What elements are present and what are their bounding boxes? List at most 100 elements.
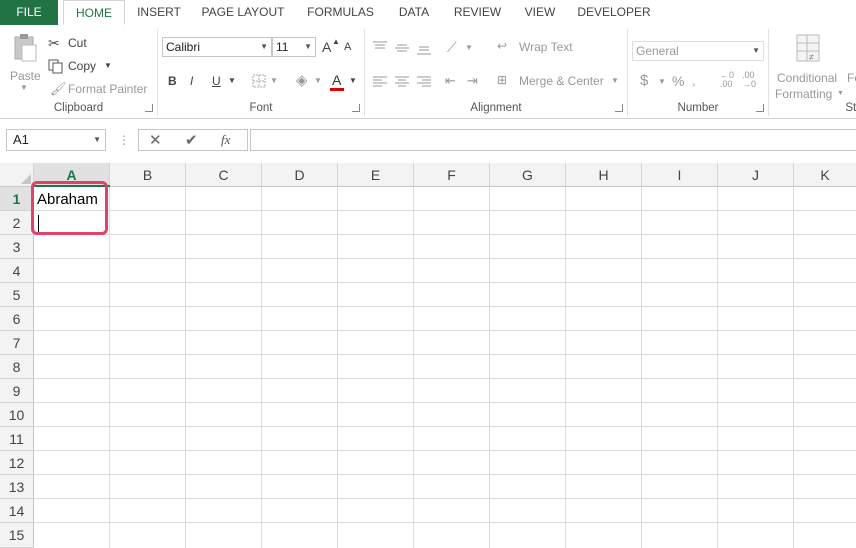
gridline bbox=[109, 187, 110, 548]
gridline bbox=[34, 426, 856, 427]
tab-insert[interactable]: INSERT bbox=[130, 0, 188, 25]
font-color-button[interactable]: A bbox=[332, 72, 341, 88]
copy-button[interactable]: Copy ▼ bbox=[48, 58, 118, 76]
enter-icon[interactable]: ✔ bbox=[185, 131, 198, 149]
grow-font-button[interactable]: A bbox=[322, 39, 331, 55]
paste-button[interactable]: Paste ▼ bbox=[6, 31, 44, 97]
underline-button[interactable]: U bbox=[212, 74, 221, 88]
formula-bar: A1 ▼ ⋮ ✕ ✔ fx bbox=[0, 119, 856, 163]
insert-function-button[interactable]: fx bbox=[221, 132, 230, 148]
tab-developer[interactable]: DEVELOPER bbox=[570, 0, 658, 25]
gridline bbox=[34, 378, 856, 379]
column-header-i[interactable]: I bbox=[642, 163, 718, 187]
column-header-f[interactable]: F bbox=[414, 163, 490, 187]
column-header-k[interactable]: K bbox=[794, 163, 856, 187]
row-header-8[interactable]: 8 bbox=[0, 355, 34, 379]
fill-color-icon[interactable]: ◈ bbox=[296, 71, 308, 89]
gridline bbox=[337, 187, 338, 548]
row-header-10[interactable]: 10 bbox=[0, 403, 34, 427]
font-color-swatch bbox=[330, 88, 344, 91]
gridline bbox=[717, 187, 718, 548]
more-options-icon[interactable]: ⋮ bbox=[118, 133, 130, 147]
tab-data[interactable]: DATA bbox=[388, 0, 440, 25]
formula-buttons: ✕ ✔ fx bbox=[138, 129, 248, 151]
tab-page-layout[interactable]: PAGE LAYOUT bbox=[193, 0, 293, 25]
shrink-font-button[interactable]: A bbox=[344, 41, 351, 53]
row-header-12[interactable]: 12 bbox=[0, 451, 34, 475]
gridline bbox=[34, 210, 856, 211]
column-header-j[interactable]: J bbox=[718, 163, 794, 187]
chevron-down-icon: ▼ bbox=[228, 76, 236, 85]
tab-file[interactable]: FILE bbox=[0, 0, 58, 25]
align-top-icon[interactable] bbox=[373, 41, 387, 53]
decrease-decimal-icon[interactable]: .00 →0 bbox=[742, 71, 756, 89]
gridline bbox=[489, 187, 490, 548]
orientation-icon[interactable]: ⟋ bbox=[447, 39, 457, 56]
cancel-icon[interactable]: ✕ bbox=[149, 131, 162, 149]
select-all-icon bbox=[21, 174, 31, 184]
align-left-icon[interactable] bbox=[373, 76, 387, 88]
align-middle-icon[interactable] bbox=[395, 41, 409, 53]
dialog-launcher-icon[interactable] bbox=[615, 104, 623, 112]
decrease-indent-icon[interactable]: ⇤ bbox=[445, 73, 456, 89]
column-header-g[interactable]: G bbox=[490, 163, 566, 187]
align-right-icon[interactable] bbox=[417, 76, 431, 88]
tab-view[interactable]: VIEW bbox=[515, 0, 565, 25]
gridline bbox=[34, 306, 856, 307]
percent-button[interactable]: % bbox=[672, 73, 684, 89]
column-header-e[interactable]: E bbox=[338, 163, 414, 187]
highlight-box bbox=[31, 181, 108, 235]
comma-icon[interactable]: , bbox=[692, 73, 696, 88]
column-header-c[interactable]: C bbox=[186, 163, 262, 187]
conditional-formatting-button[interactable]: ≠ Conditional Formatting ▼ bbox=[771, 31, 845, 101]
alignment-label: Alignment bbox=[470, 102, 522, 114]
increase-decimal-icon[interactable]: ←0.00 bbox=[720, 71, 734, 89]
styles-group: ≠ Conditional Formatting ▼ Fo Sty bbox=[769, 29, 856, 116]
row-header-14[interactable]: 14 bbox=[0, 499, 34, 523]
row-header-1[interactable]: 1 bbox=[0, 187, 34, 211]
currency-button[interactable]: $ bbox=[640, 72, 648, 89]
wrap-text-button[interactable]: ↩ Wrap Text bbox=[497, 39, 582, 57]
row-header-5[interactable]: 5 bbox=[0, 283, 34, 307]
align-bottom-icon[interactable] bbox=[417, 41, 431, 55]
column-header-b[interactable]: B bbox=[110, 163, 186, 187]
font-name-select[interactable]: Calibri ▼ bbox=[162, 37, 272, 57]
format-as-table-button[interactable]: Fo bbox=[847, 71, 856, 85]
border-icon[interactable] bbox=[252, 74, 266, 88]
tab-formulas[interactable]: FORMULAS bbox=[298, 0, 383, 25]
column-header-h[interactable]: H bbox=[566, 163, 642, 187]
dialog-launcher-icon[interactable] bbox=[352, 104, 360, 112]
align-center-icon[interactable] bbox=[395, 76, 409, 88]
row-header-7[interactable]: 7 bbox=[0, 331, 34, 355]
copy-icon bbox=[48, 59, 63, 74]
name-box[interactable]: A1 ▼ bbox=[6, 129, 106, 151]
tab-home[interactable]: HOME bbox=[63, 0, 125, 25]
font-size-select[interactable]: 11 ▼ bbox=[272, 37, 316, 57]
bold-button[interactable]: B bbox=[168, 74, 177, 88]
dialog-launcher-icon[interactable] bbox=[145, 104, 153, 112]
row-header-6[interactable]: 6 bbox=[0, 307, 34, 331]
brush-icon: 🖌 bbox=[50, 81, 67, 96]
row-header-3[interactable]: 3 bbox=[0, 235, 34, 259]
gridline bbox=[34, 234, 856, 235]
row-header-2[interactable]: 2 bbox=[0, 211, 34, 235]
row-header-11[interactable]: 11 bbox=[0, 427, 34, 451]
merge-center-button[interactable]: ⊞ Merge & Center ▼ bbox=[497, 73, 622, 91]
cut-button[interactable]: ✂ Cut bbox=[48, 35, 108, 53]
row-header-9[interactable]: 9 bbox=[0, 379, 34, 403]
row-header-15[interactable]: 15 bbox=[0, 523, 34, 548]
number-format-value: General bbox=[636, 44, 679, 58]
tab-review[interactable]: REVIEW bbox=[445, 0, 510, 25]
svg-text:≠: ≠ bbox=[809, 52, 814, 62]
format-painter-button[interactable]: 🖌 Format Painter bbox=[48, 81, 153, 99]
italic-button[interactable]: I bbox=[190, 74, 193, 88]
dialog-launcher-icon[interactable] bbox=[756, 104, 764, 112]
increase-indent-icon[interactable]: ⇥ bbox=[467, 73, 478, 89]
select-all-corner[interactable] bbox=[0, 163, 34, 187]
row-header-4[interactable]: 4 bbox=[0, 259, 34, 283]
number-format-select[interactable]: General ▼ bbox=[632, 41, 764, 61]
row-header-13[interactable]: 13 bbox=[0, 475, 34, 499]
formula-input[interactable] bbox=[250, 129, 856, 151]
gridline bbox=[34, 450, 856, 451]
column-header-d[interactable]: D bbox=[262, 163, 338, 187]
